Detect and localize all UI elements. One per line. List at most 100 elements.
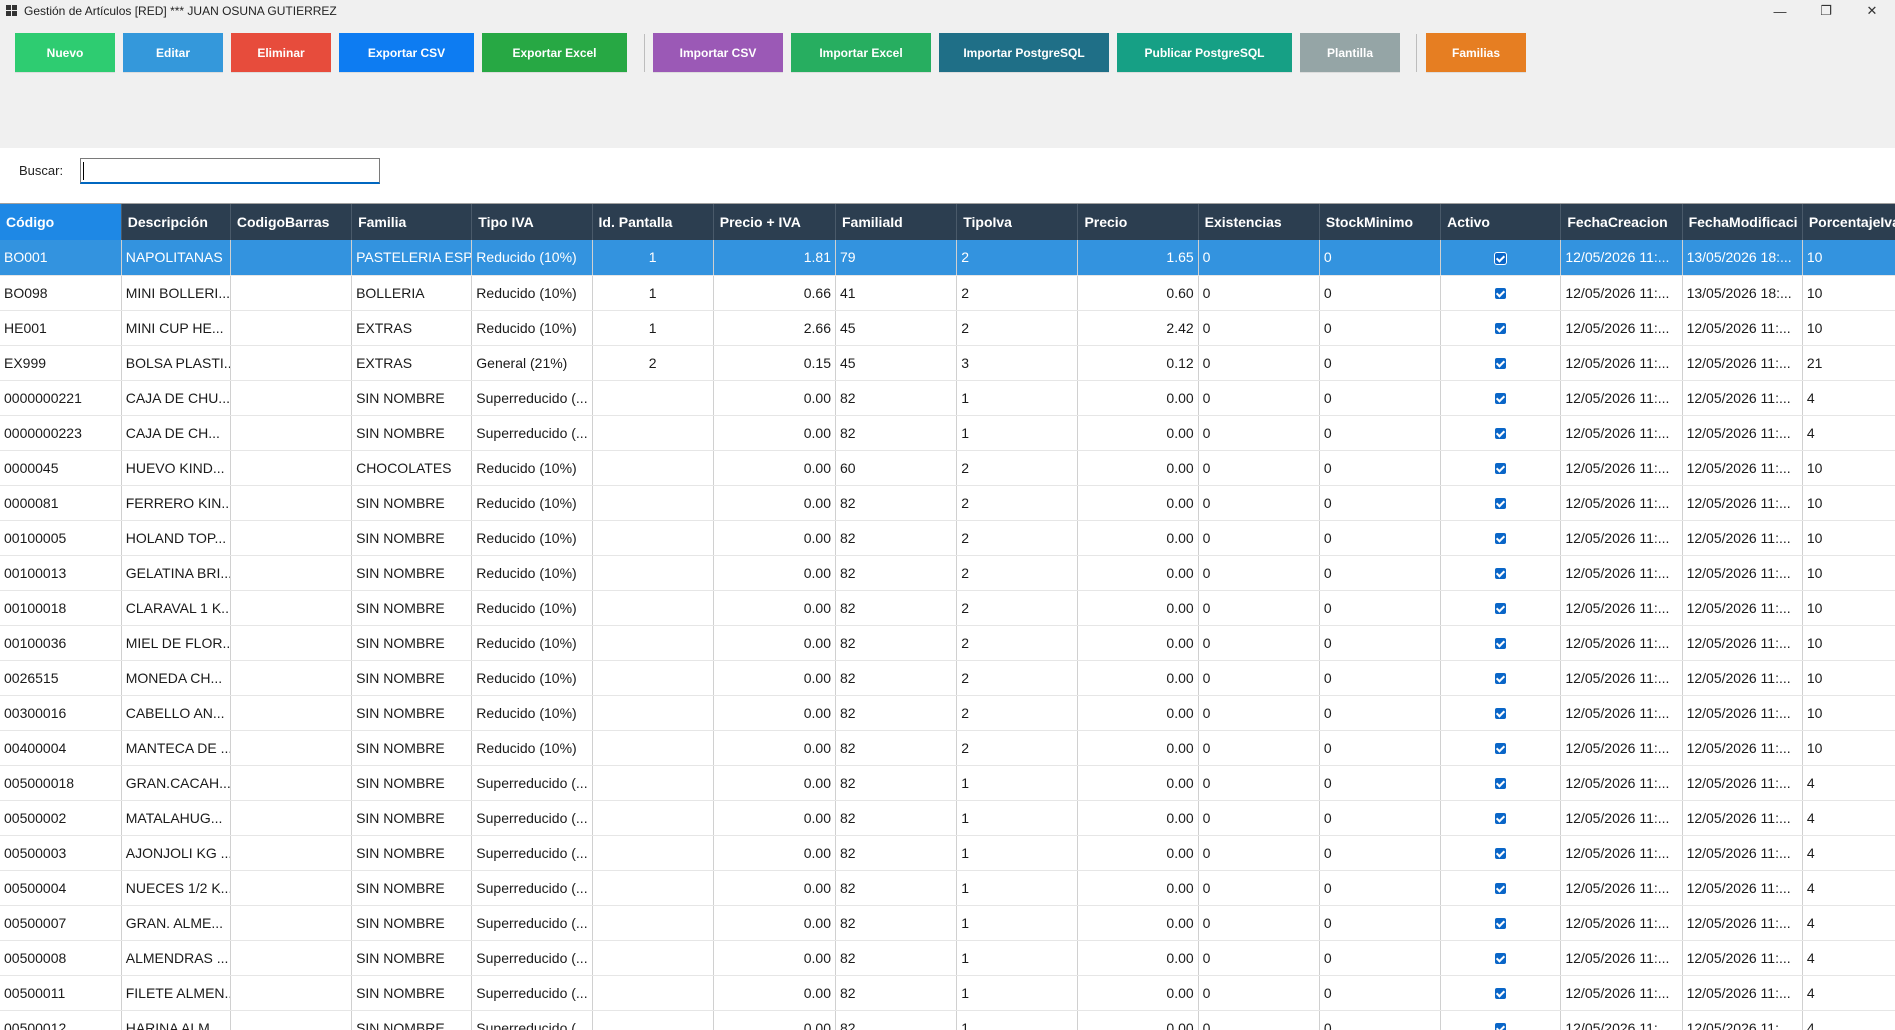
column-header[interactable]: Tipo IVA	[471, 204, 593, 240]
table-cell[interactable]: 0.00	[713, 590, 836, 626]
table-cell[interactable]: 0.00	[1077, 625, 1199, 661]
table-cell[interactable]: AJONJOLI KG ...	[121, 835, 231, 871]
checkbox-checked-icon[interactable]	[1495, 953, 1507, 965]
importar-excel-button[interactable]: Importar Excel	[791, 33, 931, 72]
table-cell[interactable]: 12/05/2026 11:...	[1682, 485, 1803, 521]
table-cell[interactable]	[1440, 1010, 1562, 1030]
checkbox-checked-icon[interactable]	[1495, 253, 1507, 265]
table-cell[interactable]: Superreducido (...	[471, 765, 593, 801]
column-header[interactable]: Descripción	[121, 204, 231, 240]
table-cell[interactable]: 12/05/2026 11:...	[1682, 800, 1803, 836]
table-cell[interactable]: FERRERO KIN...	[121, 485, 231, 521]
table-cell[interactable]: SIN NOMBRE	[351, 415, 473, 451]
table-cell[interactable]	[592, 555, 714, 591]
table-cell[interactable]: SIN NOMBRE	[351, 1010, 473, 1030]
table-cell[interactable]	[230, 835, 353, 871]
table-row[interactable]: 0000081 FERRERO KIN... SIN NOMBRE Reducido …	[0, 485, 1895, 521]
table-cell[interactable]: 0	[1198, 275, 1320, 311]
table-cell[interactable]: 1	[956, 800, 1079, 836]
table-cell[interactable]: 45	[835, 310, 958, 346]
table-cell[interactable]: 0.00	[713, 555, 836, 591]
table-cell[interactable]: 10	[1802, 485, 1895, 521]
table-cell[interactable]	[1440, 905, 1562, 941]
column-header[interactable]: Existencias	[1198, 204, 1320, 240]
table-cell[interactable]	[1440, 940, 1562, 976]
table-cell[interactable]	[592, 520, 714, 556]
table-cell[interactable]: Reducido (10%)	[471, 590, 593, 626]
table-cell[interactable]: 00500012	[0, 1010, 122, 1030]
table-cell[interactable]: EXTRAS	[351, 345, 473, 381]
table-cell[interactable]: 0	[1198, 380, 1320, 416]
table-cell[interactable]: 12/05/2026 11:...	[1560, 555, 1683, 591]
table-cell[interactable]: 4	[1802, 835, 1895, 871]
table-cell[interactable]: 2	[956, 555, 1079, 591]
checkbox-checked-icon[interactable]	[1495, 393, 1507, 405]
table-cell[interactable]: ALMENDRAS ...	[121, 940, 231, 976]
table-cell[interactable]: 12/05/2026 11:...	[1560, 1010, 1683, 1030]
table-row[interactable]: 00500007 GRAN. ALME... SIN NOMBRE Superredu…	[0, 905, 1895, 941]
table-cell[interactable]: HUEVO KIND...	[121, 450, 231, 486]
table-cell[interactable]	[230, 625, 353, 661]
table-cell[interactable]	[592, 695, 714, 731]
table-cell[interactable]: 2	[956, 730, 1079, 766]
table-cell[interactable]	[1440, 625, 1562, 661]
column-header[interactable]: FamiliaId	[835, 204, 958, 240]
table-cell[interactable]: 82	[835, 380, 958, 416]
table-cell[interactable]	[1440, 345, 1562, 381]
table-cell[interactable]: 00100018	[0, 590, 122, 626]
table-cell[interactable]	[1440, 800, 1562, 836]
table-cell[interactable]: 00500008	[0, 940, 122, 976]
table-cell[interactable]: SIN NOMBRE	[351, 870, 473, 906]
table-cell[interactable]	[230, 1010, 353, 1030]
table-cell[interactable]: 12/05/2026 11:...	[1560, 485, 1683, 521]
table-cell[interactable]: 0.00	[1077, 800, 1199, 836]
table-cell[interactable]	[230, 765, 353, 801]
table-cell[interactable]: SIN NOMBRE	[351, 625, 473, 661]
table-cell[interactable]	[230, 520, 353, 556]
table-cell[interactable]	[1440, 450, 1562, 486]
table-cell[interactable]	[230, 975, 353, 1011]
checkbox-checked-icon[interactable]	[1495, 638, 1507, 650]
checkbox-checked-icon[interactable]	[1495, 813, 1507, 825]
table-cell[interactable]: SIN NOMBRE	[351, 520, 473, 556]
table-cell[interactable]: SIN NOMBRE	[351, 730, 473, 766]
table-cell[interactable]: 0	[1319, 800, 1442, 836]
table-cell[interactable]: 2	[956, 450, 1079, 486]
table-cell[interactable]	[1440, 275, 1562, 311]
table-cell[interactable]: 0.66	[713, 275, 836, 311]
table-cell[interactable]	[1440, 380, 1562, 416]
table-cell[interactable]: 12/05/2026 11:...	[1560, 450, 1683, 486]
table-cell[interactable]: 12/05/2026 11:...	[1682, 625, 1803, 661]
table-cell[interactable]	[230, 485, 353, 521]
table-cell[interactable]	[1440, 310, 1562, 346]
checkbox-checked-icon[interactable]	[1495, 568, 1507, 580]
table-cell[interactable]: Superreducido (...	[471, 380, 593, 416]
table-cell[interactable]: 12/05/2026 11:...	[1682, 1010, 1803, 1030]
table-cell[interactable]: MINI CUP HE...	[121, 310, 231, 346]
table-cell[interactable]: 12/05/2026 11:...	[1560, 730, 1683, 766]
table-cell[interactable]: 2	[956, 695, 1079, 731]
table-cell[interactable]: 12/05/2026 11:...	[1682, 835, 1803, 871]
table-cell[interactable]: 12/05/2026 11:...	[1560, 905, 1683, 941]
table-cell[interactable]: 1	[956, 380, 1079, 416]
importar-postgresql-button[interactable]: Importar PostgreSQL	[939, 33, 1109, 72]
table-cell[interactable]: 0.00	[1077, 905, 1199, 941]
table-cell[interactable]: Reducido (10%)	[471, 485, 593, 521]
publicar-postgresql-button[interactable]: Publicar PostgreSQL	[1117, 33, 1292, 72]
table-cell[interactable]: 12/05/2026 11:...	[1682, 660, 1803, 696]
table-cell[interactable]: 0.00	[1077, 415, 1199, 451]
table-cell[interactable]: 0	[1319, 485, 1442, 521]
table-cell[interactable]: MATALAHUG...	[121, 800, 231, 836]
table-cell[interactable]: BO001	[0, 240, 122, 276]
table-cell[interactable]	[592, 1010, 714, 1030]
table-cell[interactable]: Superreducido (...	[471, 415, 593, 451]
table-cell[interactable]: 10	[1802, 590, 1895, 626]
table-cell[interactable]: 10	[1802, 275, 1895, 311]
table-cell[interactable]: 005000018	[0, 765, 122, 801]
table-cell[interactable]: 12/05/2026 11:...	[1560, 835, 1683, 871]
table-cell[interactable]: 10	[1802, 555, 1895, 591]
table-cell[interactable]: 0	[1198, 1010, 1320, 1030]
table-cell[interactable]: 12/05/2026 11:...	[1682, 590, 1803, 626]
table-cell[interactable]	[1440, 415, 1562, 451]
table-cell[interactable]: 0	[1319, 415, 1442, 451]
